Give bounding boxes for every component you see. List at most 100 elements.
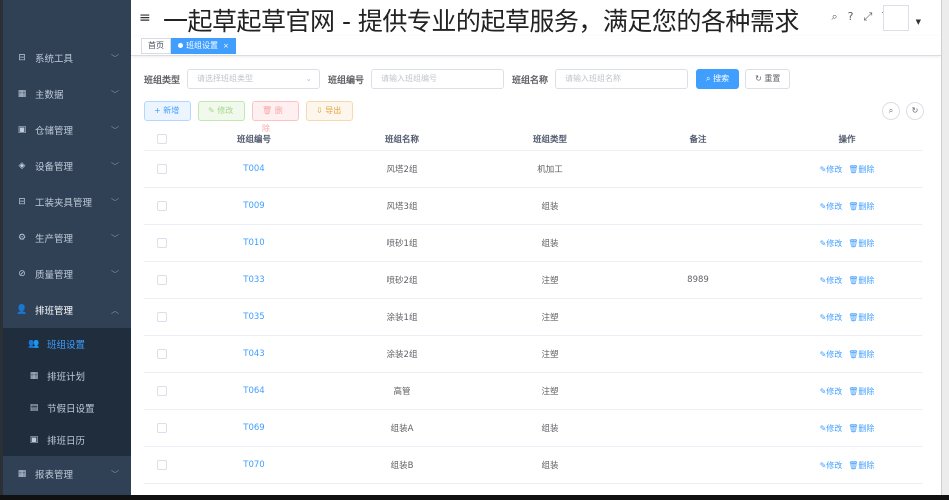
sidebar-item-scheduling[interactable]: 👤 排班管理 ︿ — [3, 292, 131, 328]
row-delete-button[interactable]: 🗑删除 — [848, 313, 874, 322]
team-code-link[interactable]: T064 — [243, 386, 264, 396]
team-code-link[interactable]: T043 — [243, 349, 264, 359]
table-row[interactable]: T043 涂装2组 注塑 ✎修改 🗑删除 — [144, 336, 922, 373]
chevron-down-icon: ﹀ — [111, 269, 119, 279]
row-edit-button[interactable]: ✎修改 — [820, 387, 843, 396]
row-checkbox[interactable] — [157, 349, 167, 359]
chevron-down-icon: ﹀ — [111, 89, 119, 99]
code-label: 班组编号 — [328, 75, 365, 86]
header-name: 班组名称 — [384, 134, 419, 145]
window-scrollbar[interactable] — [941, 0, 949, 500]
team-name-input[interactable]: 请输入班组名称 — [555, 69, 689, 89]
refresh-button[interactable]: ↻ — [906, 102, 924, 120]
sidebar-item-6[interactable]: ⊘ 质量管理 ﹀ — [3, 256, 131, 292]
team-code-link[interactable]: T070 — [243, 460, 264, 470]
cell-type: 注塑 — [541, 313, 559, 323]
row-delete-button[interactable]: 🗑删除 — [848, 387, 874, 396]
trash-icon: 🗑 — [262, 106, 275, 115]
sidebar-subitem-shift-calendar[interactable]: ▣ 排班日历 — [3, 424, 131, 456]
cell-op: ✎修改 🗑删除 — [772, 460, 922, 471]
warehouse-icon: ▣ — [17, 125, 27, 135]
table-row[interactable]: T069 组装A 组装 ✎修改 🗑删除 — [144, 410, 922, 447]
users-icon: 👤 — [16, 305, 28, 315]
hamburger-icon[interactable]: ≡ — [139, 10, 151, 26]
search-toggle-button[interactable]: ⌕ — [882, 102, 900, 120]
table-row[interactable]: T064 高管 注塑 ✎修改 🗑删除 — [144, 373, 922, 410]
row-edit-button[interactable]: ✎修改 — [820, 276, 843, 285]
table-row[interactable]: T035 涂装1组 注塑 ✎修改 🗑删除 — [144, 299, 922, 336]
search-icon[interactable]: ⌕ — [831, 10, 837, 24]
table-row[interactable]: T009 风塔3组 组装 ✎修改 🗑删除 — [144, 188, 922, 225]
row-checkbox[interactable] — [157, 386, 167, 396]
row-edit-button[interactable]: ✎修改 — [820, 461, 843, 470]
sidebar-item-0[interactable]: ⊟ 系统工具 ﹀ — [3, 40, 131, 76]
delete-button[interactable]: 🗑 删除 — [252, 101, 299, 133]
row-checkbox[interactable] — [157, 164, 167, 174]
layers-icon: ◈ — [18, 161, 26, 171]
sidebar-item-label: 报表管理 — [35, 470, 74, 481]
search-button[interactable]: ⌕ 搜索 — [696, 69, 740, 89]
team-code-link[interactable]: T009 — [243, 201, 264, 211]
row-edit-button[interactable]: ✎修改 — [820, 165, 843, 174]
team-code-link[interactable]: T035 — [243, 312, 264, 322]
row-edit-button[interactable]: ✎修改 — [820, 350, 843, 359]
cell-name: 涂装1组 — [386, 313, 418, 323]
avatar[interactable] — [883, 5, 909, 31]
row-delete-button[interactable]: 🗑删除 — [848, 424, 874, 433]
close-icon[interactable]: × — [223, 42, 229, 50]
reset-button[interactable]: ↻ 重置 — [745, 69, 791, 89]
sidebar-item-1[interactable]: ▦ 主数据 ﹀ — [3, 76, 131, 112]
sidebar-item-4[interactable]: ⊟ 工装夹具管理 ﹀ — [3, 184, 131, 220]
op-label: 修改 — [826, 238, 843, 248]
row-checkbox[interactable] — [157, 201, 167, 211]
sidebar-item-2[interactable]: ▣ 仓储管理 ﹀ — [3, 112, 131, 148]
team-code-link[interactable]: T010 — [243, 238, 264, 248]
sidebar-subitem-label: 节假日设置 — [47, 404, 95, 415]
row-delete-button[interactable]: 🗑删除 — [848, 461, 874, 470]
sidebar-item-reports[interactable]: ▦ 报表管理 ﹀ — [3, 456, 131, 492]
row-edit-button[interactable]: ✎修改 — [820, 313, 843, 322]
sidebar-subitem-team-settings[interactable]: 👥 班组设置 — [3, 328, 131, 360]
row-edit-button[interactable]: ✎修改 — [820, 239, 843, 248]
main-content: 班组类型 请选择班组类型 ⌄ 班组编号 请输入班组编号 班组名称 请输入班组名称 … — [131, 56, 941, 495]
sidebar-subitem-holiday-settings[interactable]: ▤ 节假日设置 — [3, 392, 131, 424]
row-checkbox[interactable] — [157, 275, 167, 285]
export-button[interactable]: ⇩ 导出 — [306, 101, 353, 121]
table-row[interactable]: T033 喷砂2组 注塑 8989 ✎修改 🗑删除 — [144, 262, 922, 299]
cell-code: T070 — [180, 460, 328, 470]
tab-team-settings[interactable]: 班组设置 × — [171, 38, 236, 54]
table-row[interactable]: T010 喷砂1组 组装 ✎修改 🗑删除 — [144, 225, 922, 262]
team-type-select[interactable]: 请选择班组类型 ⌄ — [187, 69, 321, 89]
sidebar-item-3[interactable]: ◈ 设备管理 ﹀ — [3, 148, 131, 184]
select-all-checkbox[interactable] — [157, 133, 167, 144]
row-edit-button[interactable]: ✎修改 — [820, 202, 843, 211]
row-delete-button[interactable]: 🗑删除 — [848, 276, 874, 285]
sidebar-subitem-shift-plan[interactable]: ▦ 排班计划 — [3, 360, 131, 392]
caret-down-icon[interactable]: ▼ — [916, 18, 921, 26]
table-row[interactable]: T070 组装B 组装 ✎修改 🗑删除 — [144, 447, 922, 484]
row-delete-button[interactable]: 🗑删除 — [848, 239, 874, 248]
row-checkbox[interactable] — [157, 312, 167, 322]
help-icon[interactable]: ? — [848, 10, 854, 24]
fullscreen-icon[interactable]: ⤢ — [863, 10, 872, 24]
table-row[interactable]: T004 风塔2组 机加工 ✎修改 🗑删除 — [144, 151, 922, 188]
team-code-link[interactable]: T069 — [243, 423, 264, 433]
row-checkbox[interactable] — [157, 460, 167, 470]
row-edit-button[interactable]: ✎修改 — [820, 424, 843, 433]
add-button[interactable]: + 新增 — [144, 101, 191, 121]
team-code-link[interactable]: T004 — [243, 164, 264, 174]
row-delete-button[interactable]: 🗑删除 — [848, 350, 874, 359]
team-code-link[interactable]: T033 — [243, 275, 264, 285]
tab-home[interactable]: 首页 — [141, 38, 171, 54]
grid-icon: ▦ — [17, 89, 27, 99]
row-checkbox[interactable] — [157, 423, 167, 433]
team-code-input[interactable]: 请输入班组编号 — [371, 69, 505, 89]
tags-view: 首页 班组设置 × — [131, 36, 941, 56]
cell-name: 组装A — [390, 424, 414, 434]
row-checkbox[interactable] — [157, 238, 167, 248]
row-delete-button[interactable]: 🗑删除 — [848, 202, 874, 211]
sidebar-item-5[interactable]: ⚙ 生产管理 ﹀ — [3, 220, 131, 256]
edit-button[interactable]: ✎ 修改 — [198, 101, 245, 121]
row-delete-button[interactable]: 🗑删除 — [848, 165, 874, 174]
sidebar-item-label: 生产管理 — [35, 234, 74, 245]
